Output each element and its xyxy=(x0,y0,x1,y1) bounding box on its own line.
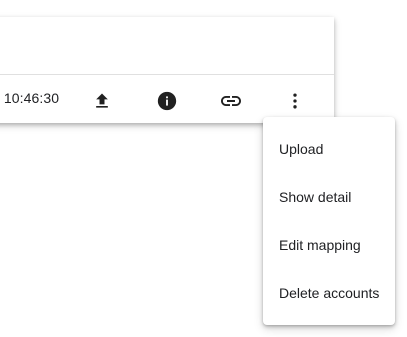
info-button[interactable] xyxy=(153,87,181,115)
card-divider xyxy=(0,74,334,75)
info-icon xyxy=(157,91,177,111)
more-options-menu: Upload Show detail Edit mapping Delete a… xyxy=(263,117,395,325)
upload-icon xyxy=(96,93,108,108)
link-button[interactable] xyxy=(217,87,245,115)
menu-item-upload[interactable]: Upload xyxy=(263,125,395,173)
more-vert-icon xyxy=(293,93,297,109)
menu-item-delete-accounts[interactable]: Delete accounts xyxy=(263,269,395,317)
menu-item-show-detail[interactable]: Show detail xyxy=(263,173,395,221)
menu-item-edit-mapping[interactable]: Edit mapping xyxy=(263,221,395,269)
timestamp: 2 10:46:30 xyxy=(0,90,60,106)
card-header xyxy=(0,17,334,73)
account-card: 2 10:46:30 xyxy=(0,17,334,123)
link-icon xyxy=(221,96,241,106)
upload-button[interactable] xyxy=(88,87,116,115)
more-options-button[interactable] xyxy=(281,87,309,115)
